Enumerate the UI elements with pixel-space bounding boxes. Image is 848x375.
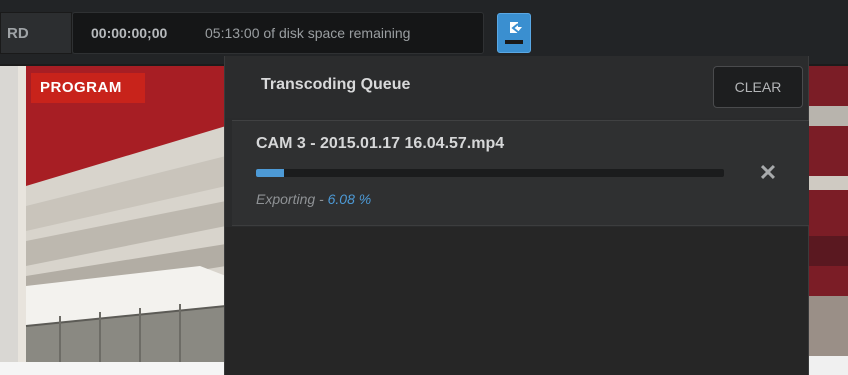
- top-toolbar: RD 00:00:00;00 05:13:00 of disk space re…: [0, 0, 848, 64]
- close-icon: ✕: [758, 160, 778, 185]
- export-status: Exporting - 6.08 %: [256, 191, 371, 207]
- export-progress-fill: [256, 169, 285, 177]
- export-progress-bar: [256, 169, 724, 177]
- queue-item-file-name: CAM 3 - 2015.01.17 16.04.57.mp4: [256, 135, 505, 152]
- program-badge: PROGRAM: [31, 73, 145, 103]
- program-video-view: [0, 66, 226, 375]
- record-button[interactable]: RD: [0, 12, 72, 54]
- clear-button-label: CLEAR: [734, 79, 782, 95]
- stadium-video-frame: [0, 66, 226, 375]
- queue-empty-area: [225, 227, 808, 375]
- export-status-label: Exporting: [256, 191, 316, 207]
- export-percent: 6.08 %: [327, 191, 372, 207]
- transcode-queue-icon: [505, 22, 523, 44]
- record-button-label: RD: [7, 25, 29, 42]
- secondary-video-frame: [808, 66, 848, 375]
- export-status-separator: -: [319, 191, 324, 207]
- panel-header: Transcoding Queue CLEAR: [225, 56, 808, 118]
- transcoding-queue-button[interactable]: [497, 13, 531, 53]
- secondary-video-view: [808, 66, 848, 375]
- disk-space-remaining: 05:13:00 of disk space remaining: [205, 25, 411, 41]
- recording-status-display: 00:00:00;00 05:13:00 of disk space remai…: [72, 12, 484, 54]
- clear-queue-button[interactable]: CLEAR: [713, 66, 803, 108]
- program-badge-label: PROGRAM: [40, 79, 122, 96]
- transcoding-queue-panel: Transcoding Queue CLEAR CAM 3 - 2015.01.…: [224, 56, 809, 375]
- remove-item-button[interactable]: ✕: [752, 157, 784, 189]
- queue-item: CAM 3 - 2015.01.17 16.04.57.mp4 ✕ Export…: [232, 120, 809, 226]
- timecode-display: 00:00:00;00: [91, 25, 168, 41]
- panel-title: Transcoding Queue: [261, 76, 411, 93]
